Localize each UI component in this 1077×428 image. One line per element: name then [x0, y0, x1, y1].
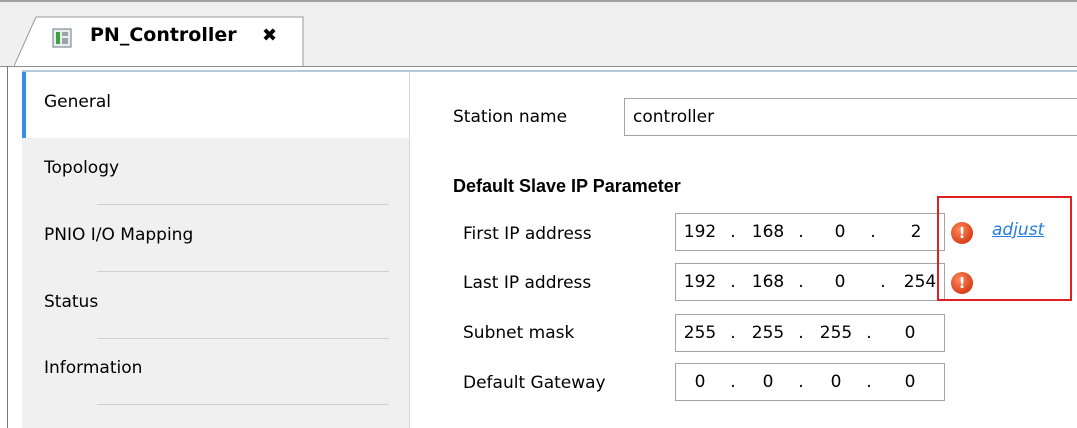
- sidebar-item-label: Status: [44, 292, 99, 312]
- close-tab-icon[interactable]: ✖: [262, 25, 277, 46]
- subnet-mask-input[interactable]: 255 . 255 . 255 . 0: [675, 314, 945, 352]
- station-name-label: Station name: [453, 107, 568, 127]
- default-gateway-label: Default Gateway: [463, 373, 606, 393]
- sidebar-item-label: PNIO I/O Mapping: [44, 225, 194, 245]
- ip-dot: .: [866, 372, 872, 392]
- highlight-box: [937, 196, 1072, 301]
- ip-dot: .: [798, 222, 804, 242]
- section-title: Default Slave IP Parameter: [453, 176, 681, 196]
- ip-dot: .: [730, 222, 736, 242]
- ip-dot: .: [730, 372, 736, 392]
- subnet-mask-label: Subnet mask: [463, 323, 575, 343]
- ip-octet-1[interactable]: 0: [680, 372, 720, 392]
- ip-octet-2[interactable]: 168: [748, 272, 788, 292]
- station-name-input[interactable]: controller: [624, 98, 1077, 136]
- tab-title[interactable]: PN_Controller: [90, 24, 237, 46]
- sidebar-item-information[interactable]: Information: [22, 338, 409, 405]
- sidebar-item-status[interactable]: Status: [22, 272, 409, 339]
- sidebar-item-label: General: [44, 92, 111, 112]
- ip-dot: .: [798, 323, 804, 343]
- last-ip-label: Last IP address: [463, 273, 592, 293]
- sidebar-item-label: Information: [44, 358, 143, 378]
- ip-dot: .: [798, 272, 804, 292]
- ip-dot: .: [880, 272, 886, 292]
- sidebar-item-pnio-io-mapping[interactable]: PNIO I/O Mapping: [22, 205, 409, 272]
- editor-left-border: [7, 66, 8, 428]
- ip-octet-2[interactable]: 255: [748, 323, 788, 343]
- settings-sidebar: General Topology PNIO I/O Mapping Status…: [22, 72, 410, 428]
- device-icon: [52, 28, 72, 48]
- last-ip-input[interactable]: 192 . 168 . 0 . 254: [675, 263, 945, 301]
- sidebar-item-general[interactable]: General: [22, 72, 409, 138]
- ip-octet-4[interactable]: 254: [900, 272, 940, 292]
- sidebar-item-label: Topology: [44, 158, 120, 178]
- sidebar-item-topology[interactable]: Topology: [22, 138, 409, 205]
- ip-octet-4[interactable]: 0: [890, 372, 930, 392]
- ip-octet-3[interactable]: 0: [820, 222, 860, 242]
- tab-strip-bottom-border: [0, 66, 1077, 67]
- ip-octet-3[interactable]: 255: [816, 323, 856, 343]
- ip-octet-3[interactable]: 0: [816, 372, 856, 392]
- ip-octet-1[interactable]: 255: [680, 323, 720, 343]
- ip-dot: .: [866, 323, 872, 343]
- divider: [97, 404, 389, 405]
- tab-strip-top-border: [0, 0, 1077, 2]
- ip-octet-3[interactable]: 0: [820, 272, 860, 292]
- ip-dot: .: [870, 222, 876, 242]
- ip-octet-4[interactable]: 0: [890, 323, 930, 343]
- ip-dot: .: [730, 272, 736, 292]
- ip-octet-4[interactable]: 2: [896, 222, 936, 242]
- ip-dot: .: [798, 372, 804, 392]
- ip-octet-2[interactable]: 0: [748, 372, 788, 392]
- first-ip-label: First IP address: [463, 224, 592, 244]
- ip-octet-1[interactable]: 192: [680, 272, 720, 292]
- default-gateway-input[interactable]: 0 . 0 . 0 . 0: [675, 363, 945, 401]
- editor-tab-strip: PN_Controller ✖: [0, 0, 1077, 67]
- ip-octet-1[interactable]: 192: [680, 222, 720, 242]
- first-ip-input[interactable]: 192 . 168 . 0 . 2: [675, 213, 945, 251]
- ip-dot: .: [730, 323, 736, 343]
- ip-octet-2[interactable]: 168: [748, 222, 788, 242]
